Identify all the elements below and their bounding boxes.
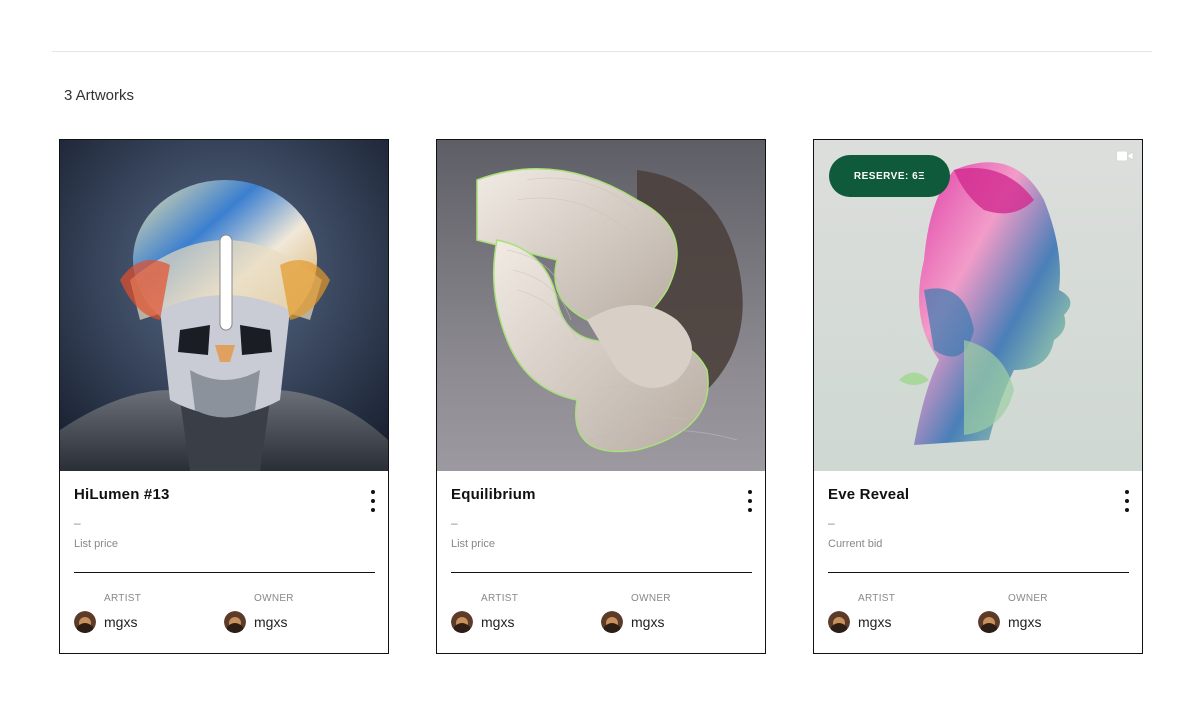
artist-label: ARTIST [858,593,896,604]
artwork-card-hilumen[interactable]: HiLumen #13 – List price ARTIST mgxs OWN… [59,139,389,654]
artwork-image[interactable] [60,140,388,471]
more-options-icon[interactable] [1117,490,1137,512]
owner-label: OWNER [631,593,671,604]
avatar[interactable] [224,611,246,633]
artist-label: ARTIST [104,593,142,604]
artworks-count: 3 Artworks [64,87,135,104]
artwork-title[interactable]: Equilibrium [451,486,536,503]
card-divider [828,572,1129,573]
more-options-icon[interactable] [363,490,383,512]
price-label: List price [74,538,119,550]
artist-name[interactable]: mgxs [104,614,137,630]
avatar[interactable] [601,611,623,633]
card-divider [74,572,375,573]
owner-label: OWNER [1008,593,1048,604]
artwork-card-equilibrium[interactable]: Equilibrium – List price ARTIST mgxs OWN… [436,139,766,654]
owner-label: OWNER [254,593,294,604]
price-value: – [828,516,835,530]
owner-name[interactable]: mgxs [1008,614,1041,630]
artist-name[interactable]: mgxs [858,614,891,630]
artist-name[interactable]: mgxs [481,614,514,630]
price-value: – [74,516,81,530]
price-label: Current bid [828,538,883,550]
reserve-badge: RESERVE: 6Ξ [829,155,950,197]
avatar[interactable] [978,611,1000,633]
artwork-title[interactable]: HiLumen #13 [74,486,170,503]
artwork-title[interactable]: Eve Reveal [828,486,909,503]
more-options-icon[interactable] [740,490,760,512]
avatar[interactable] [74,611,96,633]
video-icon [1116,150,1134,162]
artist-label: ARTIST [481,593,519,604]
avatar[interactable] [451,611,473,633]
card-divider [451,572,752,573]
artwork-image[interactable] [437,140,765,471]
artwork-card-eve-reveal[interactable]: RESERVE: 6Ξ Eve Reveal – Current bid ART… [813,139,1143,654]
price-value: – [451,516,458,530]
price-label: List price [451,538,496,550]
owner-name[interactable]: mgxs [631,614,664,630]
owner-name[interactable]: mgxs [254,614,287,630]
top-divider [52,51,1152,52]
avatar[interactable] [828,611,850,633]
